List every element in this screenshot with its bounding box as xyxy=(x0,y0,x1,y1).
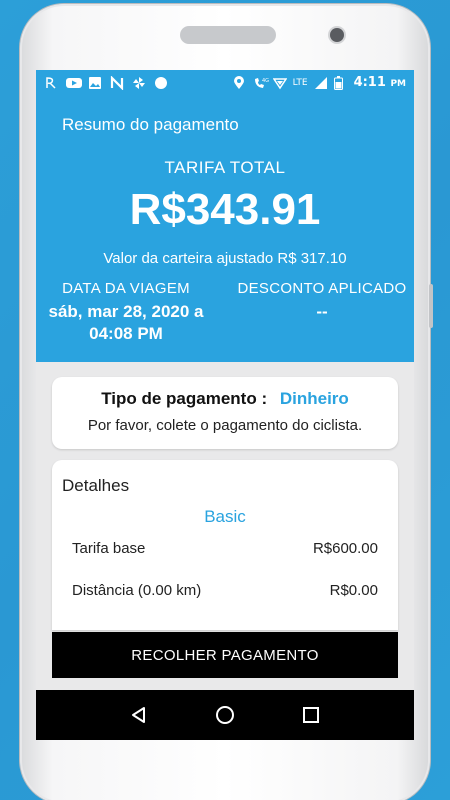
detail-label: Tarifa base xyxy=(72,540,146,557)
screen: 4G LTE 4:11 PM Resumo do pagamento TARIF… xyxy=(36,70,414,740)
wifi-call-icon: 4G xyxy=(253,76,269,90)
payment-message: Por favor, colete o pagamento do ciclist… xyxy=(87,417,363,434)
trip-date-label: DATA DA VIAGEM xyxy=(62,280,190,297)
discount-block: DESCONTO APLICADO -- xyxy=(232,280,412,323)
payment-type-label: Tipo de pagamento : xyxy=(101,389,268,408)
payment-summary: Resumo do pagamento TARIFA TOTAL R$343.9… xyxy=(36,95,414,362)
pinwheel-icon xyxy=(132,76,146,90)
back-icon[interactable] xyxy=(127,703,151,727)
status-bar: 4G LTE 4:11 PM xyxy=(36,70,414,95)
detail-label: Distância (0.00 km) xyxy=(72,582,202,599)
app-r-icon xyxy=(44,76,58,90)
detail-row: Tarifa base R$600.00 xyxy=(72,540,378,557)
navigation-bar xyxy=(36,690,414,740)
detail-value: R$600.00 xyxy=(312,540,378,557)
circle-icon xyxy=(154,76,168,90)
payment-type-value: Dinheiro xyxy=(279,389,349,408)
total-fare-label: TARIFA TOTAL xyxy=(164,158,286,177)
page-title: Resumo do pagamento xyxy=(62,115,239,134)
payment-type-card: Tipo de pagamento : Dinheiro Por favor, … xyxy=(52,377,398,449)
recents-icon[interactable] xyxy=(299,703,323,727)
n-app-icon xyxy=(110,74,124,91)
wallet-adjusted-text: Valor da carteira ajustado R$ 317.10 xyxy=(103,250,347,267)
youtube-icon xyxy=(66,76,82,90)
discount-value: -- xyxy=(316,302,328,321)
total-fare-amount: R$343.91 xyxy=(129,185,321,234)
trip-date-block: DATA DA VIAGEM sáb, mar 28, 2020 a 04:08… xyxy=(36,280,216,345)
plan-name: Basic xyxy=(204,507,246,526)
trip-date-value: sáb, mar 28, 2020 a 04:08 PM xyxy=(48,302,204,343)
home-icon[interactable] xyxy=(213,703,237,727)
details-card: Detalhes Basic Tarifa base R$600.00 Dist… xyxy=(52,460,398,630)
status-time: 4:11 PM xyxy=(353,75,406,90)
image-icon xyxy=(88,76,102,90)
side-button xyxy=(429,284,433,328)
details-title: Detalhes xyxy=(62,476,130,495)
detail-row: Distância (0.00 km) R$0.00 xyxy=(72,582,378,599)
4g-label: 4G xyxy=(262,78,269,84)
earpiece-speaker xyxy=(180,26,276,44)
detail-value: R$0.00 xyxy=(329,582,378,599)
discount-label: DESCONTO APLICADO xyxy=(237,280,407,297)
location-icon xyxy=(233,75,247,90)
data-icon xyxy=(272,76,287,90)
network-label: LTE xyxy=(292,77,308,88)
front-camera xyxy=(330,28,344,42)
battery-icon xyxy=(333,75,348,90)
signal-icon xyxy=(314,76,328,90)
collect-payment-button[interactable]: RECOLHER PAGAMENTO xyxy=(52,632,398,678)
